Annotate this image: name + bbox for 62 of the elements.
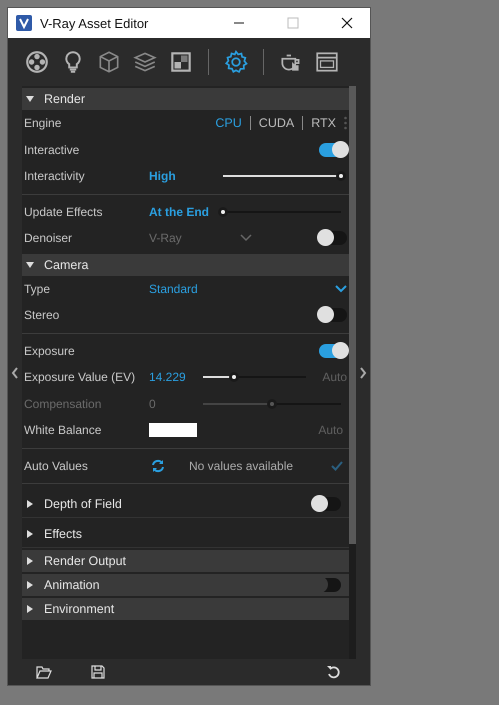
section-header[interactable]: Render Output	[22, 550, 349, 572]
setting-label: Denoiser	[24, 231, 74, 246]
save-icon[interactable]	[90, 664, 106, 680]
setting-label: Stereo	[24, 308, 60, 322]
refresh-icon[interactable]	[151, 458, 165, 473]
auto-label: Auto	[322, 370, 347, 384]
dropdown-value[interactable]: Standard	[149, 282, 198, 296]
setting-label: Auto Values	[24, 458, 89, 473]
window-title: V-Ray Asset Editor	[40, 16, 150, 30]
toggle-switch[interactable]	[319, 344, 347, 358]
setting-value: At the End	[149, 204, 209, 219]
material-ball-icon[interactable]	[24, 49, 50, 75]
toggle-switch[interactable]	[313, 496, 341, 510]
engine-option[interactable]: CUDA	[258, 116, 294, 130]
setting-label: Compensation	[24, 396, 102, 411]
setting-label: Exposure	[24, 344, 76, 358]
section-header[interactable]: Environment	[22, 598, 349, 620]
engine-option[interactable]: RTX	[311, 116, 336, 130]
close-icon[interactable]	[341, 17, 353, 29]
slider-thumb[interactable]	[228, 372, 239, 382]
triangle-right-icon	[26, 530, 34, 538]
open-folder-icon[interactable]	[36, 664, 52, 680]
chevron-left-icon[interactable]	[11, 366, 19, 378]
setting-label: Interactive	[24, 142, 80, 157]
setting-label: White Balance	[24, 423, 102, 438]
setting-label: Interactivity	[24, 169, 86, 184]
triangle-right-icon	[26, 557, 34, 565]
slider-thumb[interactable]	[218, 206, 228, 217]
app-logo-icon	[16, 15, 32, 31]
triangle-right-icon	[26, 500, 34, 508]
setting-label: Update Effects	[24, 204, 104, 219]
chevron-down-icon[interactable]	[335, 284, 347, 293]
setting-label: Type	[24, 282, 52, 296]
section-header[interactable]: Depth of Field	[22, 490, 349, 518]
setting-value: 14.229	[149, 370, 187, 384]
setting-label: Exposure Value (EV)	[24, 370, 136, 384]
section-header[interactable]: Camera	[22, 254, 349, 276]
scrollbar[interactable]	[349, 86, 356, 659]
triangle-down-icon	[26, 260, 34, 268]
engine-label: Engine	[24, 116, 62, 130]
toggle-switch[interactable]	[319, 231, 347, 246]
auto-label: Auto	[318, 423, 343, 438]
chevron-down-icon[interactable]	[240, 234, 252, 242]
status-text: No values available	[189, 458, 294, 473]
undo-icon[interactable]	[326, 664, 342, 680]
engine-option[interactable]: CPU	[215, 116, 242, 130]
section-header[interactable]: Animation	[22, 574, 349, 596]
checkmark-icon[interactable]	[331, 460, 343, 471]
toggle-switch[interactable]	[319, 308, 347, 322]
triangle-right-icon	[26, 605, 34, 613]
triangle-down-icon	[26, 95, 34, 103]
settings-icon[interactable]	[223, 49, 249, 75]
color-swatch[interactable]	[149, 423, 197, 438]
triangle-right-icon	[26, 581, 34, 589]
slider-thumb[interactable]	[336, 171, 346, 182]
setting-value: 0	[149, 396, 157, 411]
toggle-switch[interactable]	[313, 578, 341, 592]
toggle-switch[interactable]	[319, 142, 347, 157]
section-header[interactable]: Render	[22, 88, 349, 110]
setting-value: High	[149, 169, 177, 184]
chevron-right-icon[interactable]	[359, 366, 367, 378]
section-header[interactable]: Effects	[22, 520, 349, 548]
